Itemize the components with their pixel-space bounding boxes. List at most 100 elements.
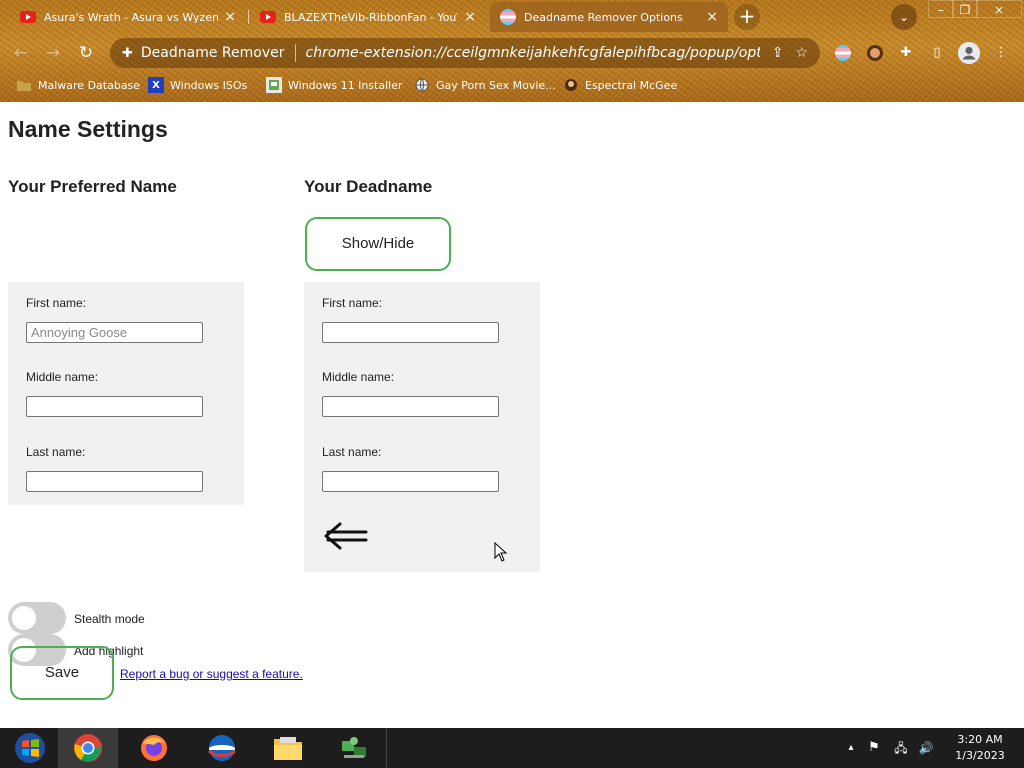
chrome-menu-icon[interactable]: ⋮ xyxy=(990,42,1012,64)
omnibox-divider xyxy=(294,44,296,62)
trans-flag-icon xyxy=(835,45,851,61)
bookmark-label: Windows 11 Installer xyxy=(288,78,403,92)
start-icon xyxy=(15,733,45,763)
clock-time: 3:20 AM xyxy=(957,733,1003,746)
preferred-name-panel: First name: Middle name: Last name: xyxy=(8,282,244,505)
extensions-puzzle-icon[interactable]: ✚ xyxy=(895,42,917,64)
page-icon xyxy=(266,77,282,93)
network-icon[interactable]: 🖧 xyxy=(889,728,913,768)
taskbar-opera[interactable] xyxy=(192,728,252,768)
mouse-cursor-icon xyxy=(494,542,508,562)
deadname-middle-name-input[interactable] xyxy=(322,396,499,417)
action-center-flag-icon[interactable]: ⚑ xyxy=(864,728,884,768)
tray-overflow-icon[interactable]: ▴ xyxy=(842,728,860,768)
bookmark-label: Malware Database xyxy=(38,78,141,92)
bookmarks-bar: Malware Database X Windows ISOs Windows … xyxy=(0,72,1024,98)
maximize-button[interactable]: ❐ xyxy=(952,0,978,18)
chrome-icon xyxy=(74,734,102,762)
tab-title: Asura's Wrath - Asura vs Wyzen xyxy=(44,10,219,24)
bookmark-malware-database[interactable]: Malware Database xyxy=(16,75,140,95)
deadname-middle-name-label: Middle name: xyxy=(322,370,395,384)
youtube-icon xyxy=(260,11,276,23)
tab-deadname-remover-options[interactable]: Deadname Remover Options × xyxy=(490,2,728,32)
tab-title: BLAZEXTheVib-RibbonFan - YouT xyxy=(284,10,459,24)
taskbar-divider xyxy=(386,728,387,768)
share-icon[interactable]: ⇪ xyxy=(772,45,784,61)
tab-title: Deadname Remover Options xyxy=(524,10,683,24)
tab-blazexthevib[interactable]: BLAZEXTheVib-RibbonFan - YouT × xyxy=(250,2,486,32)
face-icon xyxy=(867,45,883,61)
start-button[interactable] xyxy=(0,728,60,768)
bookmark-label: Windows ISOs xyxy=(170,78,248,92)
tab-asuras-wrath[interactable]: Asura's Wrath - Asura vs Wyzen × xyxy=(10,2,246,32)
save-button[interactable]: Save xyxy=(10,646,114,700)
report-bug-link[interactable]: Report a bug or suggest a feature. xyxy=(120,667,303,681)
profile-icon[interactable] xyxy=(958,42,980,64)
network-app-icon xyxy=(342,737,366,758)
person-icon xyxy=(563,77,579,93)
extension-avatar-icon[interactable] xyxy=(864,42,886,64)
bookmark-gay-porn-sex-movie[interactable]: Gay Porn Sex Movie... xyxy=(414,75,556,95)
puzzle-icon: ✚ xyxy=(122,45,133,61)
x-icon: X xyxy=(148,77,164,93)
show-hide-button[interactable]: Show/Hide xyxy=(305,217,451,271)
preferred-first-name-input[interactable] xyxy=(26,322,203,343)
clock-date: 1/3/2023 xyxy=(955,749,1005,762)
deadname-panel: First name: Middle name: Last name: xyxy=(304,282,540,572)
deadname-last-name-label: Last name: xyxy=(322,445,382,459)
bookmark-label: Espectral McGee xyxy=(585,78,678,92)
bookmark-windows-isos[interactable]: X Windows ISOs xyxy=(148,75,247,95)
system-clock[interactable]: 3:20 AM 1/3/2023 xyxy=(940,732,1020,764)
youtube-icon xyxy=(20,11,36,23)
reload-button[interactable]: ↻ xyxy=(73,40,99,66)
bookmark-star-icon[interactable]: ☆ xyxy=(795,45,808,61)
stealth-mode-toggle[interactable] xyxy=(8,602,66,634)
bookmark-windows-11-installer[interactable]: Windows 11 Installer xyxy=(266,75,403,95)
new-tab-button[interactable]: + xyxy=(734,4,760,30)
windows-taskbar: ▴ ⚑ 🖧 🔊 3:20 AM 1/3/2023 xyxy=(0,728,1024,768)
tab-divider xyxy=(248,10,249,24)
preferred-middle-name-input[interactable] xyxy=(26,396,203,417)
volume-icon[interactable]: 🔊 xyxy=(914,728,938,768)
toggle-knob xyxy=(12,606,36,630)
back-button[interactable]: ← xyxy=(8,40,34,66)
close-icon[interactable]: × xyxy=(224,9,236,25)
address-bar[interactable]: ✚ Deadname Remover chrome-extension://cc… xyxy=(110,38,820,68)
close-icon[interactable]: × xyxy=(464,9,476,25)
deadname-first-name-label: First name: xyxy=(322,296,383,310)
side-panel-icon[interactable]: ▯ xyxy=(926,42,948,64)
minimize-button[interactable]: – xyxy=(928,0,954,18)
preferred-last-name-input[interactable] xyxy=(26,471,203,492)
browser-toolbar: ← → ↻ ✚ Deadname Remover chrome-extensio… xyxy=(0,36,1024,70)
browser-chrome: Asura's Wrath - Asura vs Wyzen × BLAZEXT… xyxy=(0,0,1024,102)
left-arrow-icon[interactable] xyxy=(322,516,370,556)
preferred-last-name-label: Last name: xyxy=(26,445,86,459)
deadname-heading: Your Deadname xyxy=(304,177,433,196)
window-close-button[interactable]: × xyxy=(976,0,1022,18)
firefox-icon xyxy=(141,735,167,761)
folder-icon xyxy=(16,77,32,93)
opera-icon xyxy=(207,735,237,761)
bookmark-espectral-mcgee[interactable]: Espectral McGee xyxy=(563,75,677,95)
tab-search-button[interactable]: ⌄ xyxy=(891,4,917,30)
taskbar-chrome[interactable] xyxy=(58,728,118,768)
stealth-mode-label: Stealth mode xyxy=(74,612,145,626)
person-icon xyxy=(958,42,980,64)
deadname-first-name-input[interactable] xyxy=(322,322,499,343)
taskbar-file-explorer[interactable] xyxy=(258,728,318,768)
deadname-last-name-input[interactable] xyxy=(322,471,499,492)
bookmark-label: Gay Porn Sex Movie... xyxy=(436,78,556,92)
preferred-name-heading: Your Preferred Name xyxy=(8,177,177,196)
forward-button[interactable]: → xyxy=(40,40,66,66)
deadname-remover-extension-icon[interactable] xyxy=(832,42,854,64)
close-icon[interactable]: × xyxy=(706,9,718,25)
preferred-first-name-label: First name: xyxy=(26,296,87,310)
taskbar-firefox[interactable] xyxy=(124,728,184,768)
trans-flag-icon xyxy=(500,9,516,25)
file-explorer-icon xyxy=(274,737,302,760)
url-text[interactable]: chrome-extension://cceilgmnkeijahkehfcgf… xyxy=(306,45,760,61)
taskbar-network-app[interactable] xyxy=(324,728,384,768)
tab-strip: Asura's Wrath - Asura vs Wyzen × BLAZEXT… xyxy=(0,0,1024,34)
page-title: Name Settings xyxy=(8,116,168,142)
globe-icon xyxy=(414,77,430,93)
